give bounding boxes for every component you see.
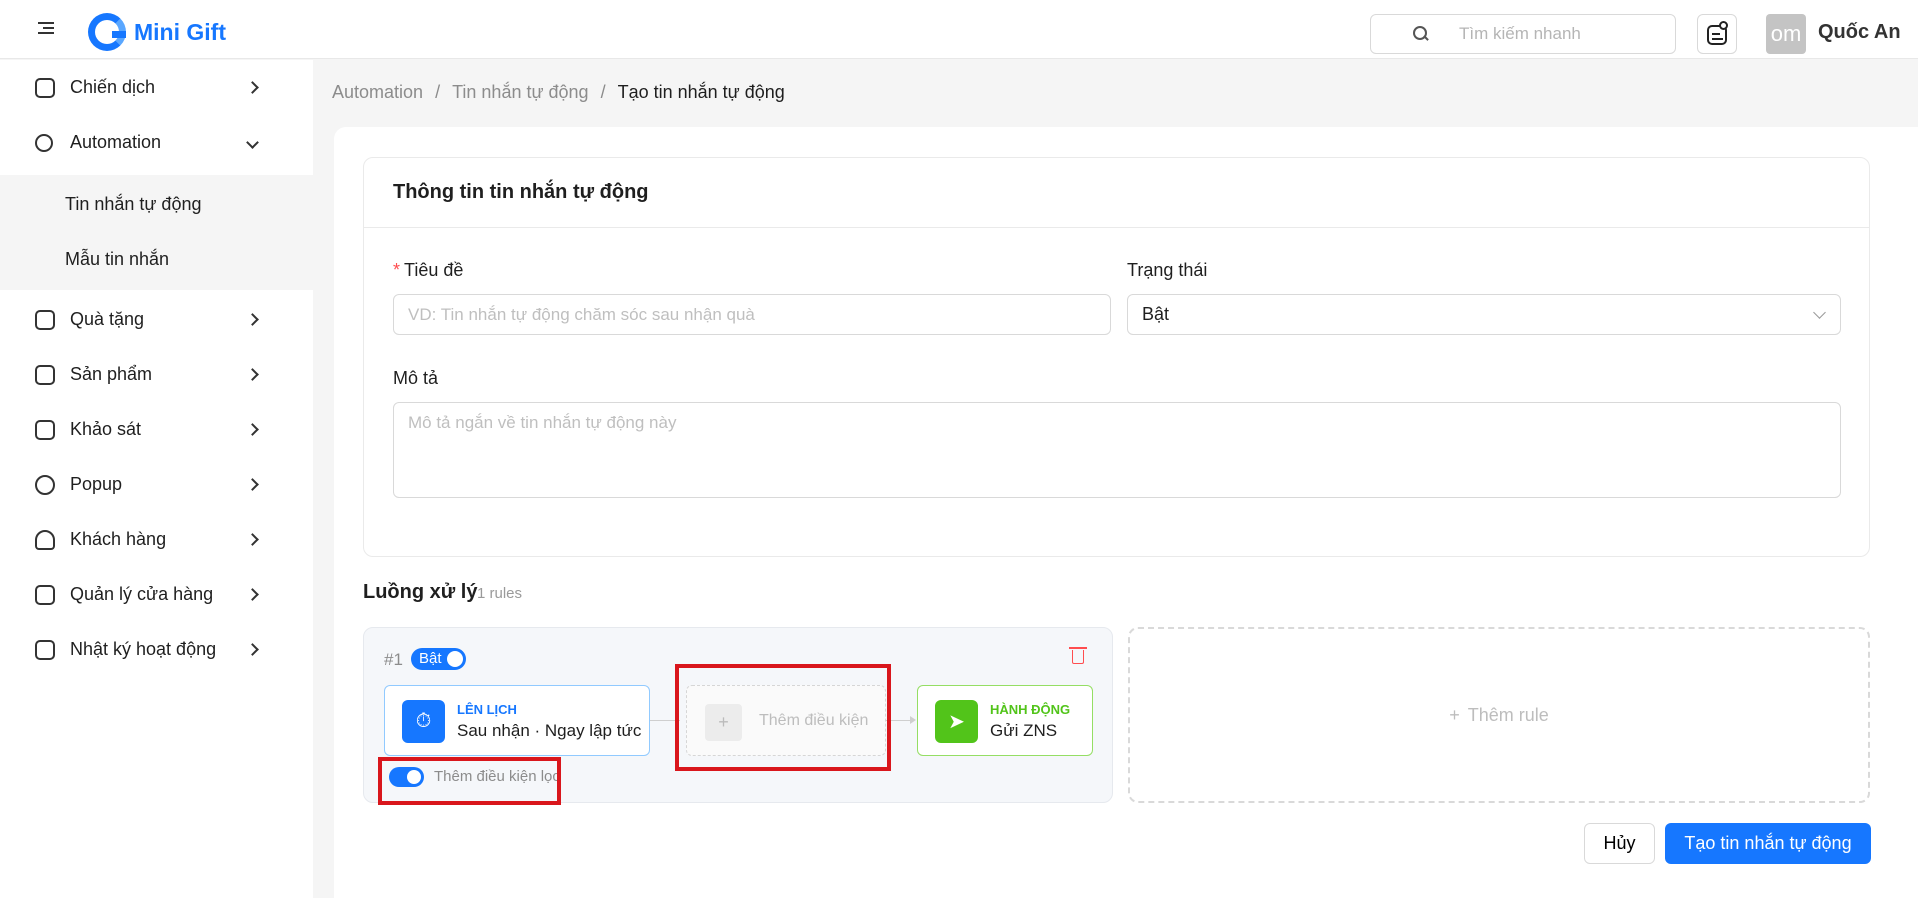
breadcrumb: Automation / Tin nhắn tự động / Tạo tin …	[332, 82, 785, 103]
survey-icon	[35, 419, 55, 440]
gift-icon	[35, 309, 55, 330]
notification-button[interactable]	[1697, 14, 1737, 54]
title-label: * Tiêu đề	[393, 260, 464, 280]
card-title: Thông tin tin nhắn tự động	[393, 181, 649, 203]
rules-count: 1 rules	[477, 585, 523, 602]
sidebar-item-label: Khách hàng	[70, 529, 167, 549]
users-icon	[35, 529, 55, 550]
action-node[interactable]: ➤ HÀNH ĐỘNG Gửi ZNS	[917, 685, 1093, 756]
chevron-right-icon	[246, 313, 259, 326]
info-card: Thông tin tin nhắn tự động *Tiêu đề Trạn…	[363, 157, 1870, 557]
sidebar-item-quan-ly-cua-hang[interactable]: Quản lý cửa hàng	[0, 567, 313, 622]
chevron-right-icon	[246, 81, 259, 94]
breadcrumb-tin-nhan-tu-dong[interactable]: Tin nhắn tự động	[452, 82, 588, 103]
chevron-right-icon	[246, 643, 259, 656]
description-textarea[interactable]	[393, 402, 1841, 498]
required-mark: *	[393, 260, 401, 280]
sidebar-subitem-mau-tin-nhan[interactable]: Mẫu tin nhắn	[65, 249, 169, 270]
brand-name: Mini Gift	[134, 18, 226, 45]
cancel-button[interactable]: Hủy	[1584, 823, 1655, 864]
rule-toggle-label: Bật	[419, 650, 442, 667]
chevron-down-icon	[1813, 306, 1826, 319]
sidebar-item-label: Automation	[70, 132, 162, 152]
notification-dot	[1719, 21, 1728, 30]
sidebar-item-label: Khảo sát	[70, 419, 142, 439]
highlight-box-condition	[675, 664, 891, 771]
search-input[interactable]	[1459, 24, 1659, 44]
arrow-head-icon	[910, 716, 916, 724]
title-input[interactable]	[393, 294, 1111, 335]
sidebar-item-automation[interactable]: Automation	[0, 115, 313, 170]
highlight-box-filter	[378, 757, 561, 805]
chevron-right-icon	[246, 368, 259, 381]
sidebar-item-khach-hang[interactable]: Khách hàng	[0, 512, 313, 567]
chevron-right-icon	[246, 478, 259, 491]
logo-icon	[88, 13, 126, 51]
plus-icon: +	[1449, 704, 1460, 725]
chevron-right-icon	[246, 423, 259, 436]
avatar[interactable]: om	[1766, 14, 1806, 54]
status-select-value: Bật	[1142, 304, 1170, 324]
trigger-node[interactable]: ⏱ LÊN LỊCH Sau nhận · Ngay lập tức	[384, 685, 650, 756]
chevron-right-icon	[246, 588, 259, 601]
trigger-text: Sau nhận · Ngay lập tức	[457, 721, 642, 740]
sidebar-item-label: Chiến dịch	[70, 77, 156, 97]
calendar-icon	[35, 77, 55, 98]
add-rule-button[interactable]: + Thêm rule	[1128, 627, 1870, 803]
workflow-icon	[35, 133, 53, 152]
store-icon	[35, 584, 55, 605]
popup-icon	[35, 474, 55, 495]
sidebar-item-khao-sat[interactable]: Khảo sát	[0, 402, 313, 457]
search-box[interactable]	[1370, 14, 1676, 54]
trash-icon[interactable]	[1069, 647, 1087, 664]
user-name[interactable]: Quốc An	[1818, 21, 1901, 44]
divider	[364, 227, 1869, 228]
sidebar-item-label: Nhật ký hoạt động	[70, 639, 217, 659]
sidebar-subitem-tin-nhan-tu-dong[interactable]: Tin nhắn tự động	[65, 194, 201, 215]
breadcrumb-separator: /	[600, 82, 606, 102]
chevron-down-icon	[246, 136, 259, 149]
action-text: Gửi ZNS	[990, 721, 1058, 740]
log-icon	[35, 639, 55, 660]
sidebar-item-label: Popup	[70, 474, 123, 494]
logo[interactable]: Mini Gift	[88, 13, 226, 51]
automation-submenu: Tin nhắn tự động Mẫu tin nhắn	[0, 175, 313, 290]
sidebar-item-label: Quản lý cửa hàng	[70, 584, 214, 604]
sidebar-item-qua-tang[interactable]: Quà tặng	[0, 292, 313, 347]
search-icon	[1413, 26, 1429, 42]
status-select[interactable]: Bật	[1127, 294, 1841, 335]
timer-icon: ⏱	[402, 700, 445, 743]
sidebar-item-label: Quà tặng	[70, 309, 145, 329]
breadcrumb-automation[interactable]: Automation	[332, 82, 423, 103]
top-bar: Mini Gift om Quốc An	[0, 0, 1918, 59]
send-icon: ➤	[935, 700, 978, 743]
flow-title: Luồng xử lý	[363, 581, 478, 603]
trigger-kicker: LÊN LỊCH	[457, 702, 517, 717]
rule-number: #1	[384, 650, 403, 669]
action-kicker: HÀNH ĐỘNG	[990, 702, 1071, 717]
sidebar-item-nhat-ky-hoat-dong[interactable]: Nhật ký hoạt động	[0, 622, 313, 677]
description-label: Mô tả	[393, 368, 439, 388]
sidebar-item-san-pham[interactable]: Sản phẩm	[0, 347, 313, 402]
toggle-knob	[447, 651, 463, 667]
box-icon	[35, 364, 55, 385]
create-button[interactable]: Tạo tin nhắn tự động	[1665, 823, 1871, 864]
rule-enable-toggle[interactable]: Bật	[411, 648, 466, 670]
breadcrumb-current: Tạo tin nhắn tự động	[617, 82, 785, 102]
status-label: Trạng thái	[1127, 260, 1208, 280]
sidebar-item-chien-dich[interactable]: Chiến dịch	[0, 60, 313, 115]
sidebar-item-label: Sản phẩm	[70, 364, 153, 384]
add-rule-label: Thêm rule	[1467, 704, 1549, 725]
menu-collapse-icon[interactable]	[38, 22, 58, 38]
breadcrumb-separator: /	[435, 82, 441, 102]
sidebar: Chiến dịch Automation Tin nhắn tự động M…	[0, 60, 313, 898]
sidebar-item-popup[interactable]: Popup	[0, 457, 313, 512]
chevron-right-icon	[246, 533, 259, 546]
